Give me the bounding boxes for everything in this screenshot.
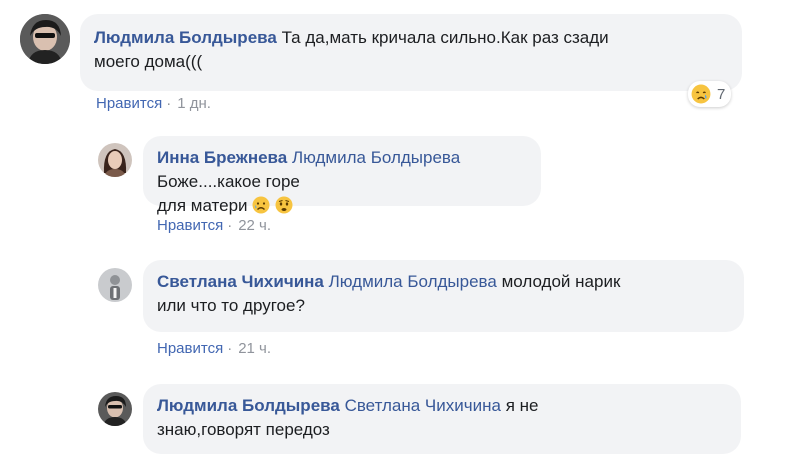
- avatar[interactable]: [98, 143, 132, 177]
- separator-dot: ·: [166, 95, 172, 112]
- comment-time[interactable]: 1 дн.: [177, 95, 211, 112]
- avatar[interactable]: [20, 14, 70, 64]
- comment-text: Та да,мать кричала сильно.Как раз сзади: [281, 28, 609, 47]
- comment-author[interactable]: Инна Брежнева: [157, 148, 287, 167]
- comment-bubble: Людмила Болдырева Светлана Чихичина я не…: [143, 384, 741, 454]
- comment-text: я не: [505, 396, 539, 415]
- like-link[interactable]: Нравится: [157, 217, 223, 234]
- comment-author[interactable]: Светлана Чихичина: [157, 272, 324, 291]
- comment-author[interactable]: Людмила Болдырева: [94, 28, 277, 47]
- comment-bubble: Инна Брежнева Людмила Болдырева Боже....…: [143, 136, 541, 215]
- separator-dot: ·: [227, 340, 233, 357]
- separator-dot: ·: [227, 217, 233, 234]
- comment-actions: Нравится · 1 дн.: [96, 95, 211, 112]
- worried-face-icon: [275, 196, 293, 214]
- reaction-count: 7: [717, 85, 726, 103]
- like-link[interactable]: Нравится: [96, 95, 162, 112]
- reaction-summary[interactable]: 7: [688, 81, 732, 107]
- comment-text-cont: или что то другое?: [157, 296, 305, 315]
- avatar[interactable]: [98, 268, 132, 302]
- mention-link[interactable]: Людмила Болдырева: [292, 148, 460, 167]
- comment-text-cont: для матери: [157, 196, 248, 215]
- avatar[interactable]: [98, 392, 132, 426]
- comment-text-cont: моего дома(((: [94, 52, 203, 71]
- comment-actions: Нравится · 21 ч.: [157, 340, 271, 357]
- comment-bubble: Людмила Болдырева Та да,мать кричала сил…: [80, 14, 742, 91]
- comment-text: молодой нарик: [501, 272, 621, 291]
- comment-text-cont: знаю,говорят передоз: [157, 420, 330, 439]
- like-link[interactable]: Нравится: [157, 340, 223, 357]
- comment-time[interactable]: 22 ч.: [238, 217, 271, 234]
- comment-author[interactable]: Людмила Болдырева: [157, 396, 340, 415]
- mention-link[interactable]: Светлана Чихичина: [345, 396, 501, 415]
- comment-actions: Нравится · 22 ч.: [157, 217, 271, 234]
- comment-bubble: Светлана Чихичина Людмила Болдырева моло…: [143, 260, 744, 332]
- comment-time[interactable]: 21 ч.: [238, 340, 271, 357]
- mention-link[interactable]: Людмила Болдырева: [329, 272, 497, 291]
- sad-face-icon: [252, 196, 270, 214]
- comment-text: Боже....какое горе: [157, 172, 300, 191]
- sad-crying-face-icon: [691, 84, 711, 104]
